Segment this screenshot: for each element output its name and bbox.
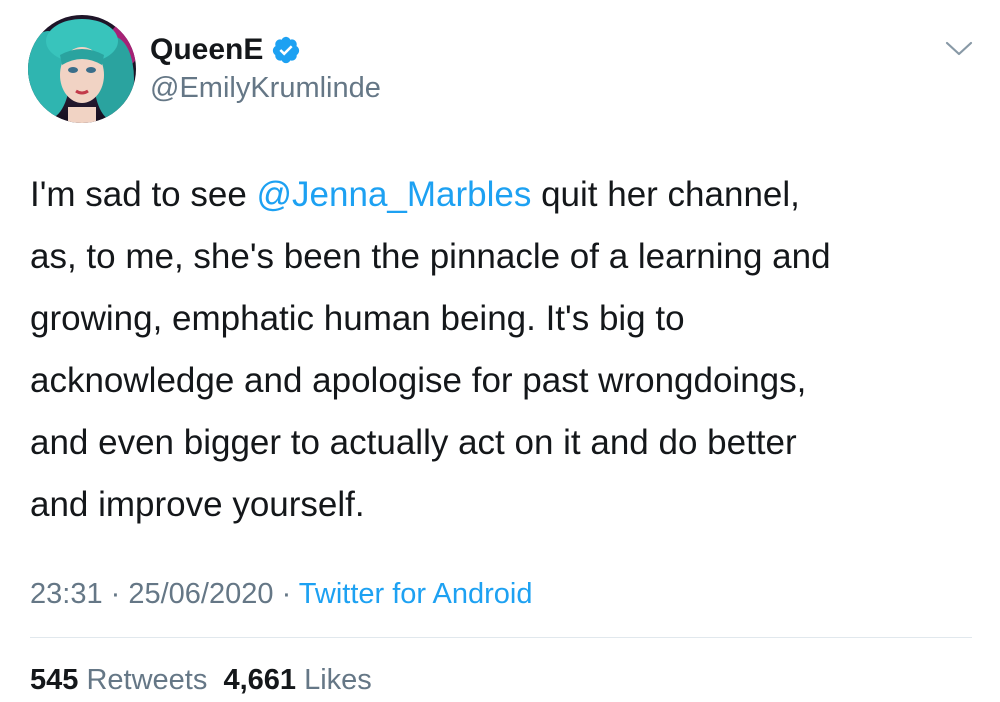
divider — [30, 637, 972, 638]
tweet-meta: 23:31 · 25/06/2020 · Twitter for Android — [30, 574, 532, 614]
user-handle[interactable]: @EmilyKrumlinde — [150, 70, 381, 106]
likes-stat[interactable]: 4,661 Likes — [223, 664, 371, 696]
user-name-row: QueenE — [150, 30, 301, 70]
likes-count: 4,661 — [223, 664, 297, 696]
tweet-source-link[interactable]: Twitter for Android — [299, 578, 533, 610]
retweets-label: Retweets — [86, 664, 208, 696]
retweets-count: 545 — [30, 664, 79, 696]
retweets-stat[interactable]: 545 Retweets — [30, 664, 207, 696]
meta-separator: · — [273, 578, 299, 610]
chevron-down-icon[interactable] — [942, 38, 976, 60]
tweet-text-segment: quit her channel, — [531, 175, 800, 214]
tweet-line: and improve yourself. — [30, 485, 365, 524]
tweet-text-segment: I'm sad to see — [30, 175, 257, 214]
tweet-line: as, to me, she's been the pinnacle of a … — [30, 237, 831, 276]
tweet-line: and even bigger to actually act on it an… — [30, 423, 797, 462]
mention-link[interactable]: @Jenna_Marbles — [257, 175, 532, 214]
tweet-time[interactable]: 23:31 — [30, 578, 103, 610]
tweet-line: I'm sad to see @Jenna_Marbles quit her c… — [30, 164, 980, 226]
tweet-stats: 545 Retweets 4,661 Likes — [30, 660, 372, 700]
tweet-line: growing, emphatic human being. It's big … — [30, 299, 685, 338]
verified-badge-icon — [271, 35, 301, 65]
tweet-text: I'm sad to see @Jenna_Marbles quit her c… — [30, 164, 980, 536]
display-name[interactable]: QueenE — [150, 30, 263, 70]
likes-label: Likes — [304, 664, 372, 696]
meta-separator: · — [102, 578, 129, 610]
tweet-line: acknowledge and apologise for past wrong… — [30, 361, 807, 400]
avatar[interactable] — [28, 15, 136, 123]
tweet-date[interactable]: 25/06/2020 — [128, 578, 273, 610]
